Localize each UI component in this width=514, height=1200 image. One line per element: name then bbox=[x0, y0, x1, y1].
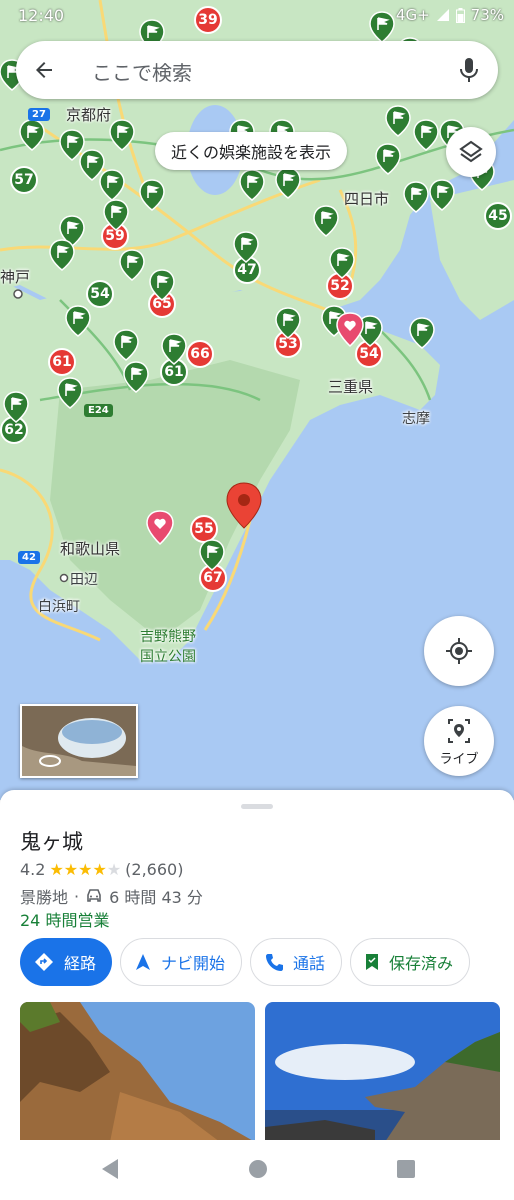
review-count: (2,660) bbox=[125, 860, 184, 879]
system-nav-bar bbox=[0, 1140, 514, 1200]
crosshair-icon bbox=[446, 638, 472, 664]
360-rotate-icon bbox=[39, 755, 61, 767]
map-marker-green[interactable]: 47 bbox=[233, 256, 261, 284]
place-photo[interactable] bbox=[20, 1002, 255, 1142]
status-time: 12:40 bbox=[18, 6, 65, 25]
place-title: 鬼ヶ城 bbox=[20, 830, 83, 854]
battery-icon bbox=[455, 7, 465, 23]
layers-button[interactable] bbox=[446, 127, 496, 177]
map-label-kyoto: 京都府 bbox=[66, 106, 112, 124]
map-label-kobe: 神戸 bbox=[0, 268, 31, 286]
map-label-national-park: 吉野熊野 国立公園 bbox=[140, 629, 196, 665]
map-marker-red[interactable]: 55 bbox=[190, 515, 218, 543]
map-label-shirahama: 白浜町 bbox=[38, 599, 80, 615]
nearby-entertainment-chip[interactable]: 近くの娯楽施設を表示 bbox=[155, 132, 348, 170]
map-marker-green[interactable]: 45 bbox=[484, 202, 512, 230]
map-label-yokkaichi: 四日市 bbox=[344, 190, 390, 208]
status-icons: 4G+ 73% bbox=[396, 6, 504, 24]
nav-recents-icon[interactable] bbox=[396, 1158, 416, 1180]
selected-place-pin[interactable] bbox=[226, 482, 262, 530]
road-shield: 27 bbox=[28, 108, 50, 121]
map-marker-green[interactable]: 54 bbox=[86, 280, 114, 308]
map-marker-green[interactable]: 61 bbox=[160, 358, 188, 386]
action-buttons: 経路 ナビ開始 通話 保存済み bbox=[20, 938, 471, 986]
map-label-wakayama: 和歌山県 bbox=[60, 540, 121, 558]
star-rating-icon: ★★★★★ bbox=[49, 860, 122, 879]
map-label-shima: 志摩 bbox=[402, 411, 430, 427]
live-view-label: ライブ bbox=[439, 752, 479, 767]
map-label-tanabe: 田辺 bbox=[70, 572, 98, 588]
map-view[interactable]: 39 59 65 66 61 53 52 54 55 67 57 54 47 6… bbox=[0, 0, 514, 800]
map-marker-red[interactable]: 66 bbox=[186, 340, 214, 368]
battery-level: 73% bbox=[470, 6, 504, 24]
map-marker-green[interactable]: 62 bbox=[0, 416, 28, 444]
directions-button[interactable]: 経路 bbox=[20, 938, 113, 986]
place-category: 景勝地 bbox=[20, 888, 69, 907]
nav-back-icon[interactable] bbox=[100, 1158, 120, 1180]
map-marker-red[interactable]: 59 bbox=[101, 222, 129, 250]
opening-hours: 24 時間営業 bbox=[20, 911, 110, 930]
live-view-icon bbox=[448, 719, 470, 743]
map-marker-green[interactable]: 57 bbox=[10, 166, 38, 194]
street-view-thumbnail[interactable] bbox=[20, 704, 138, 778]
saved-heart-pin[interactable] bbox=[336, 312, 364, 348]
city-dot bbox=[13, 289, 23, 299]
nav-home-icon[interactable] bbox=[248, 1158, 268, 1180]
saved-button[interactable]: 保存済み bbox=[350, 938, 471, 986]
map-marker-red[interactable]: 52 bbox=[326, 272, 354, 300]
place-bottom-sheet[interactable]: 鬼ヶ城 4.2 ★★★★★ (2,660) 景勝地 · 6 時間 43 分 24… bbox=[0, 790, 514, 1200]
navigation-arrow-icon bbox=[136, 954, 151, 970]
call-button[interactable]: 通話 bbox=[250, 938, 343, 986]
photo-strip[interactable] bbox=[20, 1002, 514, 1142]
directions-icon bbox=[35, 953, 53, 971]
cliff-photo-1 bbox=[20, 1002, 255, 1142]
phone-icon bbox=[266, 954, 284, 971]
microphone-icon[interactable] bbox=[458, 57, 480, 83]
map-marker-red[interactable]: 61 bbox=[48, 348, 76, 376]
car-icon bbox=[87, 889, 101, 902]
network-indicator: 4G+ bbox=[395, 6, 430, 24]
city-dot bbox=[59, 573, 69, 583]
signal-icon bbox=[436, 9, 449, 21]
place-photo[interactable] bbox=[265, 1002, 500, 1142]
back-arrow-icon[interactable] bbox=[32, 58, 56, 82]
rating-row[interactable]: 4.2 ★★★★★ (2,660) bbox=[20, 860, 183, 879]
call-label: 通話 bbox=[293, 954, 326, 973]
layers-icon bbox=[459, 140, 483, 163]
separator: · bbox=[74, 886, 80, 906]
meta-row: 景勝地 · 6 時間 43 分 bbox=[20, 884, 203, 908]
cliff-photo-2 bbox=[265, 1002, 500, 1142]
map-marker-red[interactable]: 65 bbox=[148, 290, 176, 318]
status-bar: 12:40 4G+ 73% bbox=[0, 0, 514, 34]
road-shield: E24 bbox=[84, 404, 113, 417]
search-bar[interactable]: ここで検索 bbox=[16, 41, 498, 99]
my-location-button[interactable] bbox=[424, 616, 494, 686]
map-marker-red[interactable]: 53 bbox=[274, 330, 302, 358]
start-navigation-button[interactable]: ナビ開始 bbox=[120, 938, 243, 986]
road-shield: 42 bbox=[18, 551, 40, 564]
directions-label: 経路 bbox=[64, 954, 97, 973]
map-label-mie: 三重県 bbox=[328, 378, 374, 396]
map-marker-red[interactable]: 67 bbox=[199, 564, 227, 592]
drive-time: 6 時間 43 分 bbox=[109, 888, 203, 907]
rating-value: 4.2 bbox=[20, 860, 46, 879]
search-input[interactable]: ここで検索 bbox=[92, 57, 192, 86]
saved-label: 保存済み bbox=[389, 954, 454, 973]
live-view-button[interactable]: ライブ bbox=[424, 706, 494, 776]
start-navigation-label: ナビ開始 bbox=[161, 954, 226, 973]
bookmark-icon bbox=[366, 954, 379, 970]
saved-heart-pin[interactable] bbox=[146, 510, 174, 546]
sheet-drag-handle[interactable] bbox=[241, 804, 273, 809]
